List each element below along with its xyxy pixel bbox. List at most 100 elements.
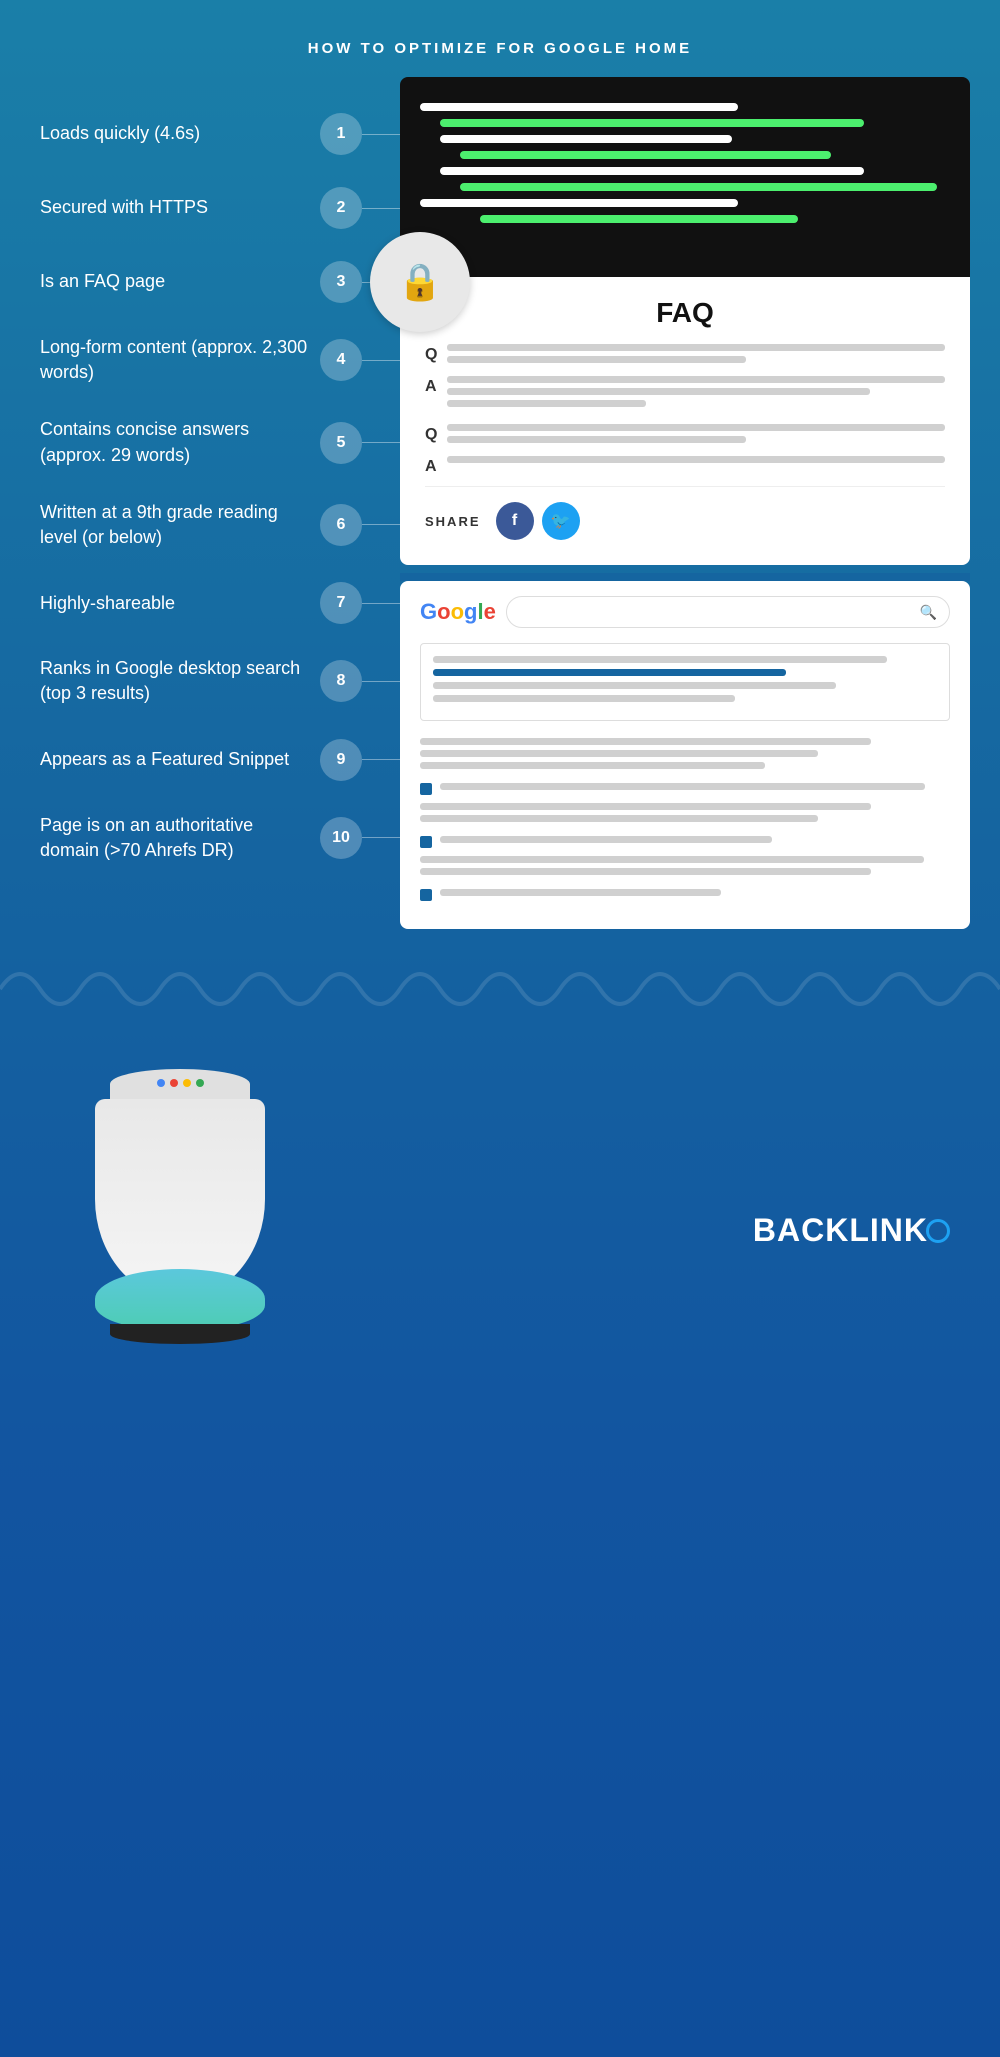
a-lines [447,376,945,412]
search-input-mock[interactable]: 🔍 [506,596,950,628]
result-with-dot-2 [420,836,950,848]
result-line [420,762,765,769]
facebook-button[interactable]: f [496,502,534,540]
search-results [420,733,950,914]
qa-line [447,456,945,463]
item-text-2: Secured with HTTPS [40,195,310,220]
twitter-button[interactable]: 🐦 [542,502,580,540]
code-line [420,103,738,111]
connector-6 [362,524,400,525]
qa-row: Q [425,424,945,448]
google-logo-o1: o [437,599,450,624]
item-number-6: 6 [320,504,362,546]
list-item: Long-form content (approx. 2,300 words) … [40,319,400,401]
facebook-icon: f [512,512,517,530]
result-line [440,889,721,896]
item-number-8: 8 [320,660,362,702]
qa-line [447,344,945,351]
dot-green [196,1079,204,1087]
snippet-line [433,695,735,702]
google-search-bar: Google 🔍 [420,596,950,628]
list-item: Appears as a Featured Snippet 9 [40,723,400,797]
item-number-7: 7 [320,582,362,624]
item-number-2: 2 [320,187,362,229]
left-list: Loads quickly (4.6s) 1 Secured with HTTP… [40,87,400,929]
qa-row: Q [425,344,945,368]
item-text-8: Ranks in Google desktop search (top 3 re… [40,656,310,706]
q-lines [447,424,945,448]
a-letter: A [425,378,437,396]
list-item: Written at a 9th grade reading level (or… [40,484,400,566]
result-line-group [440,889,950,901]
code-line [460,183,937,191]
list-item: Ranks in Google desktop search (top 3 re… [40,640,400,722]
qa-line [447,356,746,363]
qa-line [447,376,945,383]
https-badge: 🔒 [370,232,470,332]
connector-2 [362,208,400,209]
search-icon: 🔍 [920,604,937,621]
qa-row: A [425,376,945,412]
wave-decoration [0,949,1000,1029]
share-section: SHARE f 🐦 [425,486,945,545]
item-number-10: 10 [320,817,362,859]
right-panel: 🔒 FAQ Q [400,77,970,929]
faq-card: FAQ Q A Q [400,277,970,565]
browser-mockup-top [400,77,970,277]
result-line [420,856,924,863]
item-text-3: Is an FAQ page [40,269,310,294]
list-item: Page is on an authoritative domain (>70 … [40,797,400,879]
divider [400,573,970,581]
result-line-group [440,836,950,848]
list-item: Loads quickly (4.6s) 1 [40,97,400,171]
item-text-9: Appears as a Featured Snippet [40,747,310,772]
qa-line [447,400,646,407]
result-line-group [440,783,950,795]
dot-red [170,1079,178,1087]
google-logo-e: e [484,599,496,624]
a-letter: A [425,458,437,476]
result-item [420,856,950,875]
result-line [420,868,871,875]
blue-dot-icon [420,889,432,901]
code-line [440,119,864,127]
item-text-4: Long-form content (approx. 2,300 words) [40,335,310,385]
result-line [420,815,818,822]
snippet-line [433,656,887,663]
code-line [460,151,831,159]
page-title: HOW TO OPTIMIZE FOR GOOGLE HOME [0,0,1000,87]
connector-8 [362,681,400,682]
connector-9 [362,759,400,760]
result-line [440,836,772,843]
item-text-6: Written at a 9th grade reading level (or… [40,500,310,550]
result-with-dot [420,783,950,795]
device-dots [110,1069,250,1087]
a-lines [447,456,945,468]
q-lines [447,344,945,368]
q-letter: Q [425,346,437,364]
connector-5 [362,442,400,443]
google-logo-g: G [420,599,437,624]
share-label: SHARE [425,514,481,529]
result-line [420,803,871,810]
item-number-3: 3 [320,261,362,303]
qa-row: A [425,456,945,476]
item-text-1: Loads quickly (4.6s) [40,121,310,146]
google-logo: Google [420,599,496,625]
connector-7 [362,603,400,604]
google-home-device [80,1069,280,1349]
google-logo-o2: o [451,599,464,624]
result-item [420,803,950,822]
item-number-1: 1 [320,113,362,155]
google-logo-g2: g [464,599,477,624]
code-line [480,215,798,223]
snippet-line-highlight [433,669,786,676]
q-letter: Q [425,426,437,444]
backlinko-logo: BACKLINK [753,1212,950,1249]
blue-dot-icon [420,783,432,795]
list-item: Secured with HTTPS 2 [40,171,400,245]
result-line [440,783,925,790]
code-lines [420,103,950,223]
item-text-10: Page is on an authoritative domain (>70 … [40,813,310,863]
device-bottom-ring [110,1324,250,1344]
